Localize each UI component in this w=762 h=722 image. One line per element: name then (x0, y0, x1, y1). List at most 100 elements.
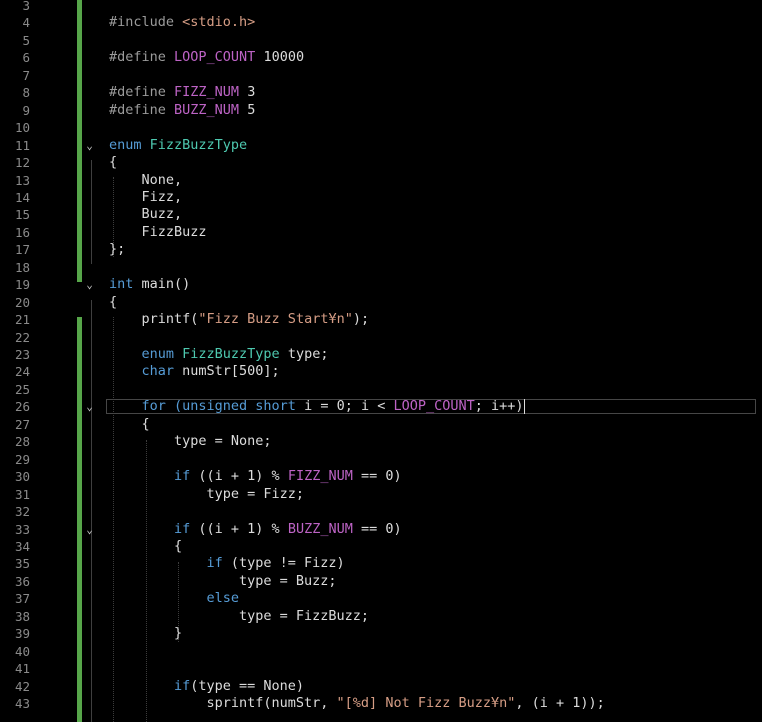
code-line[interactable]: 35 if (type != Fizz) (0, 555, 762, 573)
code-text: if(type == None) (174, 678, 304, 696)
code-token: sprintf(numStr, (206, 695, 337, 711)
code-line[interactable]: 11 ⌄ enum FizzBuzzType (0, 137, 762, 155)
line-number: 21 (14, 312, 30, 328)
code-line[interactable]: 9 #define BUZZ_NUM 5 (0, 102, 762, 120)
line-number: 16 (14, 224, 30, 240)
code-text: #define FIZZ_NUM 3 (109, 84, 255, 102)
code-line[interactable]: 15 Buzz, (0, 206, 762, 224)
fold-chevron-icon[interactable]: ⌄ (83, 278, 96, 291)
code-text: type = None; (174, 433, 272, 451)
code-token: type = FizzBuzz; (239, 607, 370, 624)
fold-chevron-icon[interactable]: ⌄ (83, 139, 96, 152)
code-token: #define (109, 49, 175, 66)
text-caret (523, 398, 525, 414)
code-editor[interactable]: 3 4 #include <stdio.h> 5 6 #define LOOP_COUNT… (0, 0, 762, 722)
code-token: Fizz, (141, 188, 183, 205)
code-line[interactable]: 39} (0, 625, 762, 643)
line-number: 4 (22, 15, 30, 31)
code-line[interactable]: 30 if ((i + 1) % FIZZ_NUM == 0) (0, 468, 762, 486)
code-line[interactable]: 27 { (0, 416, 762, 434)
code-line[interactable]: 28 type = None; (0, 433, 762, 451)
code-text: sprintf(numStr, "[%d] Not Fizz Buzz¥n", … (207, 695, 605, 713)
code-line[interactable]: 25 (0, 381, 762, 399)
code-line[interactable]: 41 (0, 660, 762, 678)
code-line[interactable]: 10 (0, 119, 762, 137)
code-line[interactable]: 13 None, (0, 172, 762, 190)
code-line[interactable]: 43 sprintf(numStr, "[%d] Not Fizz Buzz¥n"… (0, 695, 762, 713)
code-token: for ( (141, 398, 183, 415)
code-text: FizzBuzz (142, 224, 207, 242)
code-token: #define (109, 84, 175, 101)
line-number: 9 (22, 102, 30, 118)
code-line[interactable]: 12 { (0, 154, 762, 172)
code-line[interactable]: 4 #include <stdio.h> (0, 14, 762, 32)
code-token: if (174, 677, 191, 694)
code-token: type = None; (174, 433, 272, 450)
line-number: 37 (14, 591, 30, 607)
code-token: int (109, 276, 142, 293)
code-line[interactable]: 34 { (0, 538, 762, 556)
fold-chevron-icon[interactable]: ⌄ (83, 400, 96, 413)
code-token: None, (141, 171, 183, 188)
code-line[interactable]: 18 (0, 259, 762, 277)
code-token: 5 (239, 101, 256, 118)
code-token: (type == None) (190, 677, 305, 694)
code-line[interactable]: 22 (0, 329, 762, 347)
code-token: #include (109, 14, 183, 31)
code-text: int main() (109, 276, 190, 294)
line-number: 41 (14, 661, 30, 677)
code-text: else (207, 590, 240, 608)
code-token: { (109, 154, 118, 171)
code-token: 3 (239, 84, 256, 101)
code-token: enum (141, 346, 183, 362)
code-line[interactable]: 20 { (0, 294, 762, 312)
line-number: 30 (14, 469, 30, 485)
code-line[interactable]: 14 Fizz, (0, 189, 762, 207)
line-number: 31 (14, 486, 30, 502)
code-token: else (206, 590, 240, 607)
code-line[interactable]: 17}; (0, 241, 762, 259)
code-line[interactable]: 29 (0, 451, 762, 469)
code-text: if ((i + 1) % BUZZ_NUM == 0) (174, 521, 402, 539)
code-line[interactable]: 21 printf("Fizz Buzz Start¥n"); (0, 311, 762, 329)
code-token: ); (352, 311, 370, 328)
code-line[interactable]: 23 enum FizzBuzzType type; (0, 346, 762, 364)
code-token: "[%d] Not Fizz Buzz¥n" (336, 695, 516, 711)
code-token: LOOP_COUNT (393, 398, 475, 415)
code-line[interactable]: 33 ⌄ if ((i + 1) % BUZZ_NUM == 0) (0, 521, 762, 539)
code-line[interactable]: 19 ⌄ int main() (0, 276, 762, 294)
code-line[interactable]: 8 #define FIZZ_NUM 3 (0, 84, 762, 102)
code-line[interactable]: 3 (0, 0, 762, 15)
code-line[interactable]: 6 #define LOOP_COUNT 10000 (0, 49, 762, 67)
code-token: { (141, 415, 150, 432)
fold-chevron-icon[interactable]: ⌄ (83, 523, 96, 536)
code-token: type = Buzz; (239, 572, 337, 589)
code-token: i = 0; i < (295, 398, 394, 415)
code-token: if (174, 468, 191, 485)
code-text: #include <stdio.h> (109, 14, 255, 32)
code-line[interactable]: 37 else (0, 590, 762, 608)
code-line[interactable]: 24 char numStr[500]; (0, 363, 762, 381)
code-text: type = Buzz; (239, 573, 337, 591)
code-token: #define (109, 101, 175, 118)
code-token: numStr[500]; (182, 363, 280, 380)
code-line[interactable]: 32 (0, 503, 762, 521)
line-number: 38 (14, 608, 30, 624)
code-line[interactable]: 5 (0, 32, 762, 50)
code-text: printf("Fizz Buzz Start¥n"); (142, 311, 370, 329)
line-number: 26 (14, 399, 30, 415)
code-line[interactable]: 16 FizzBuzz (0, 224, 762, 242)
line-number: 17 (14, 242, 30, 258)
code-line[interactable]: 26 ⌄ for (unsigned short i = 0; i < LOOP_C… (0, 398, 762, 416)
code-text: type = Fizz; (207, 486, 305, 504)
code-line[interactable]: 31 type = Fizz; (0, 486, 762, 504)
code-line[interactable]: 7 (0, 67, 762, 85)
line-number: 12 (14, 155, 30, 171)
code-line[interactable]: 38 type = FizzBuzz; (0, 608, 762, 626)
code-token: FizzBuzzType (182, 346, 280, 362)
code-line[interactable]: 42 if(type == None) (0, 678, 762, 696)
code-line[interactable]: 36 type = Buzz; (0, 573, 762, 591)
code-token: type; (279, 346, 329, 362)
code-line[interactable]: 40 (0, 643, 762, 661)
code-text: if ((i + 1) % FIZZ_NUM == 0) (174, 468, 402, 486)
